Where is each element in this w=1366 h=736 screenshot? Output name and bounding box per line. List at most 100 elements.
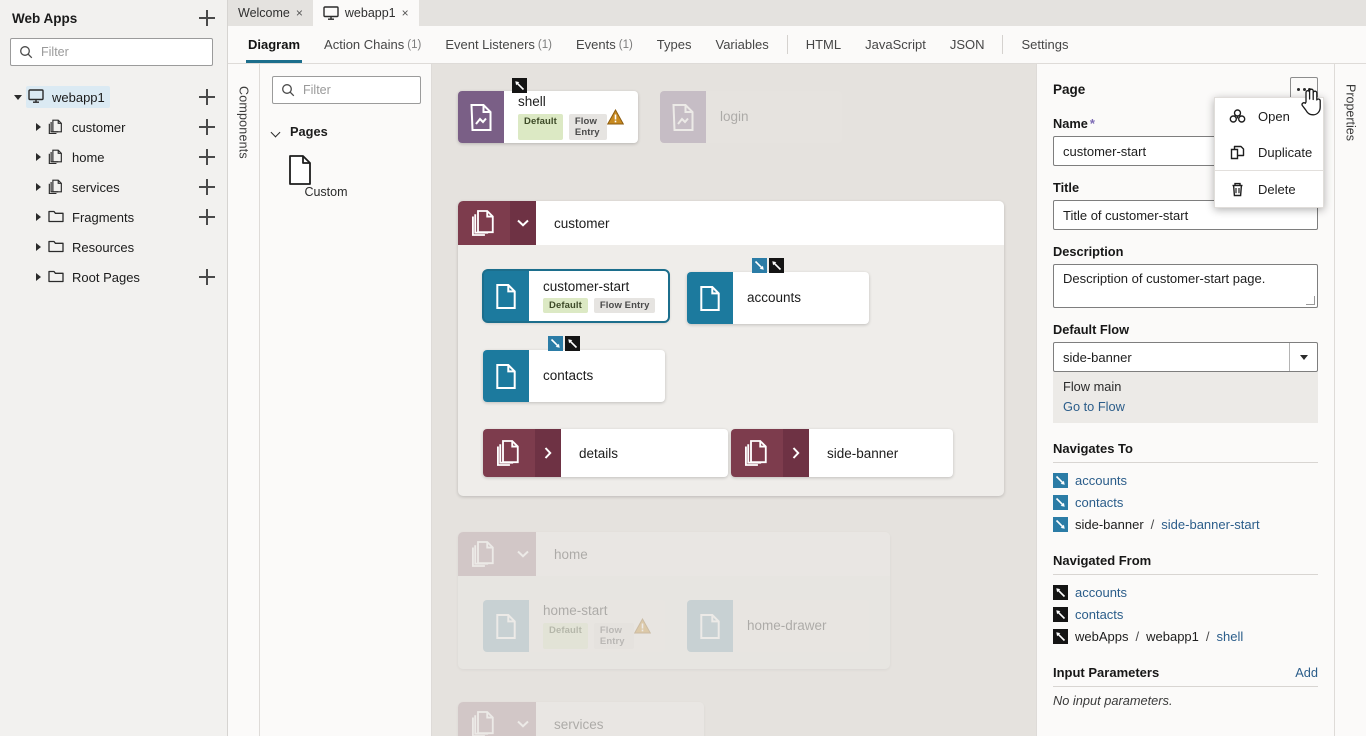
link-row[interactable]: accounts [1053, 469, 1318, 491]
tree-item-customer[interactable]: customer [0, 112, 227, 142]
tree-item-services[interactable]: services [0, 172, 227, 202]
default-flow-select[interactable]: side-banner [1053, 342, 1318, 372]
diagram-group-home[interactable]: home home-start Default Flow Entry home-… [458, 532, 890, 669]
properties-strip-label[interactable]: Properties [1344, 84, 1358, 736]
tab-html[interactable]: HTML [794, 26, 853, 63]
tree-item-fragments[interactable]: Fragments [0, 202, 227, 232]
properties-strip[interactable]: Properties [1334, 64, 1366, 736]
tab-diagram[interactable]: Diagram [236, 26, 312, 63]
default-flow-value: side-banner [1063, 349, 1132, 365]
link-row[interactable]: side-banner / side-banner-start [1053, 513, 1318, 535]
tab-events[interactable]: Events (1) [564, 26, 645, 63]
chevron-right-icon[interactable] [32, 150, 46, 164]
window-tab-webapp1[interactable]: webapp1 × [312, 0, 419, 26]
nav-link[interactable]: webapp1 [1146, 629, 1199, 644]
search-icon [281, 83, 295, 97]
nav-link[interactable]: accounts [1075, 585, 1127, 600]
diagram-flow-details[interactable]: details [483, 429, 728, 477]
menu-item-duplicate[interactable]: Duplicate [1215, 134, 1323, 170]
menu-item-delete[interactable]: Delete [1215, 171, 1323, 207]
nav-link[interactable]: contacts [1075, 495, 1123, 510]
diagram-group-customer[interactable]: customer customer-start Default Flow Ent… [458, 201, 1004, 496]
close-icon[interactable]: × [296, 7, 303, 19]
tab-types[interactable]: Types [645, 26, 704, 63]
tab-javascript[interactable]: JavaScript [853, 26, 938, 63]
tree-item-webapp1[interactable]: webapp1 [0, 82, 227, 112]
diagram-node-customer-start[interactable]: customer-start Default Flow Entry [482, 269, 670, 323]
page-context-menu[interactable]: Open Duplicate Delete [1214, 97, 1324, 208]
diagram-group-services[interactable]: services [458, 702, 704, 736]
diagram-node-accounts[interactable]: accounts [687, 258, 869, 324]
menu-item-open[interactable]: Open [1215, 98, 1323, 134]
chevron-right-icon[interactable] [783, 429, 809, 477]
nav-link[interactable]: side-banner-start [1161, 517, 1259, 532]
add-child-button[interactable] [197, 147, 217, 167]
chevron-down-icon[interactable] [1289, 343, 1317, 371]
chevron-right-icon[interactable] [32, 180, 46, 194]
window-tab-welcome[interactable]: Welcome × [228, 0, 313, 26]
nav-link[interactable]: accounts [1075, 473, 1127, 488]
diagram-flow-side-banner[interactable]: side-banner [731, 429, 953, 477]
group-header[interactable]: home [458, 532, 890, 576]
tab-action-chains[interactable]: Action Chains (1) [312, 26, 433, 63]
tab-event-listeners[interactable]: Event Listeners (1) [433, 26, 564, 63]
group-header[interactable]: services [458, 702, 704, 736]
add-web-app-button[interactable] [197, 8, 217, 28]
chevron-right-icon[interactable] [32, 240, 46, 254]
add-child-button[interactable] [197, 117, 217, 137]
chevron-right-icon[interactable] [32, 210, 46, 224]
group-header[interactable]: customer [458, 201, 1004, 245]
chevron-down-icon[interactable] [510, 702, 536, 736]
chevron-down-icon[interactable] [510, 532, 536, 576]
palette-filter[interactable] [272, 76, 464, 104]
tab-label: HTML [805, 37, 842, 52]
components-strip[interactable]: Components [228, 64, 260, 736]
monitor-icon [323, 5, 339, 21]
palette-section-pages[interactable]: Pages [272, 124, 421, 139]
diagram-node-home-start[interactable]: home-start Default Flow Entry [483, 600, 665, 652]
link-row[interactable]: contacts [1053, 603, 1318, 625]
palette-item-custom[interactable]: Custom [288, 155, 364, 199]
nav-link[interactable]: contacts [1075, 607, 1123, 622]
sidebar-filter[interactable] [10, 38, 213, 66]
sidebar-filter-input[interactable] [41, 45, 204, 59]
menu-item-label: Open [1258, 108, 1290, 124]
chevron-down-icon[interactable] [12, 90, 26, 104]
add-child-button[interactable] [197, 267, 217, 287]
add-child-button[interactable] [197, 207, 217, 227]
default-flow-label: Default Flow [1053, 322, 1130, 337]
chevron-down-icon [272, 127, 282, 137]
add-input-parameter-link[interactable]: Add [1295, 665, 1318, 680]
node-badges: Default Flow Entry [518, 113, 607, 140]
nav-link[interactable]: side-banner [1075, 517, 1144, 532]
chevron-right-icon[interactable] [32, 120, 46, 134]
diagram-node-contacts[interactable]: contacts [483, 336, 665, 402]
chevron-right-icon[interactable] [32, 270, 46, 284]
tab-variables[interactable]: Variables [703, 26, 780, 63]
tab-settings[interactable]: Settings [1009, 26, 1080, 63]
tree-item-root-pages[interactable]: Root Pages [0, 262, 227, 292]
diagram-node-shell[interactable]: shell Default Flow Entry [458, 78, 638, 143]
tree-item-home[interactable]: home [0, 142, 227, 172]
description-field[interactable]: Description of customer-start page. [1053, 264, 1318, 308]
add-child-button[interactable] [197, 87, 217, 107]
link-row[interactable]: contacts [1053, 491, 1318, 513]
go-to-flow-link[interactable]: Go to Flow [1063, 399, 1308, 414]
link-row[interactable]: accounts [1053, 581, 1318, 603]
chevron-down-icon[interactable] [510, 201, 536, 245]
search-icon [19, 45, 33, 59]
diagram-canvas[interactable]: shell Default Flow Entry login customer … [432, 64, 1036, 736]
tree-item-resources[interactable]: Resources [0, 232, 227, 262]
add-child-button[interactable] [197, 177, 217, 197]
page-icon [483, 600, 529, 652]
components-strip-label[interactable]: Components [237, 86, 251, 736]
nav-link[interactable]: shell [1217, 629, 1244, 644]
nav-link[interactable]: webApps [1075, 629, 1128, 644]
tab-json[interactable]: JSON [938, 26, 997, 63]
diagram-node-home-drawer[interactable]: home-drawer [687, 600, 869, 652]
path-separator: / [1205, 628, 1210, 644]
diagram-node-login[interactable]: login [660, 91, 842, 143]
chevron-right-icon[interactable] [535, 429, 561, 477]
close-icon[interactable]: × [402, 7, 409, 19]
link-row[interactable]: webApps / webapp1 / shell [1053, 625, 1318, 647]
